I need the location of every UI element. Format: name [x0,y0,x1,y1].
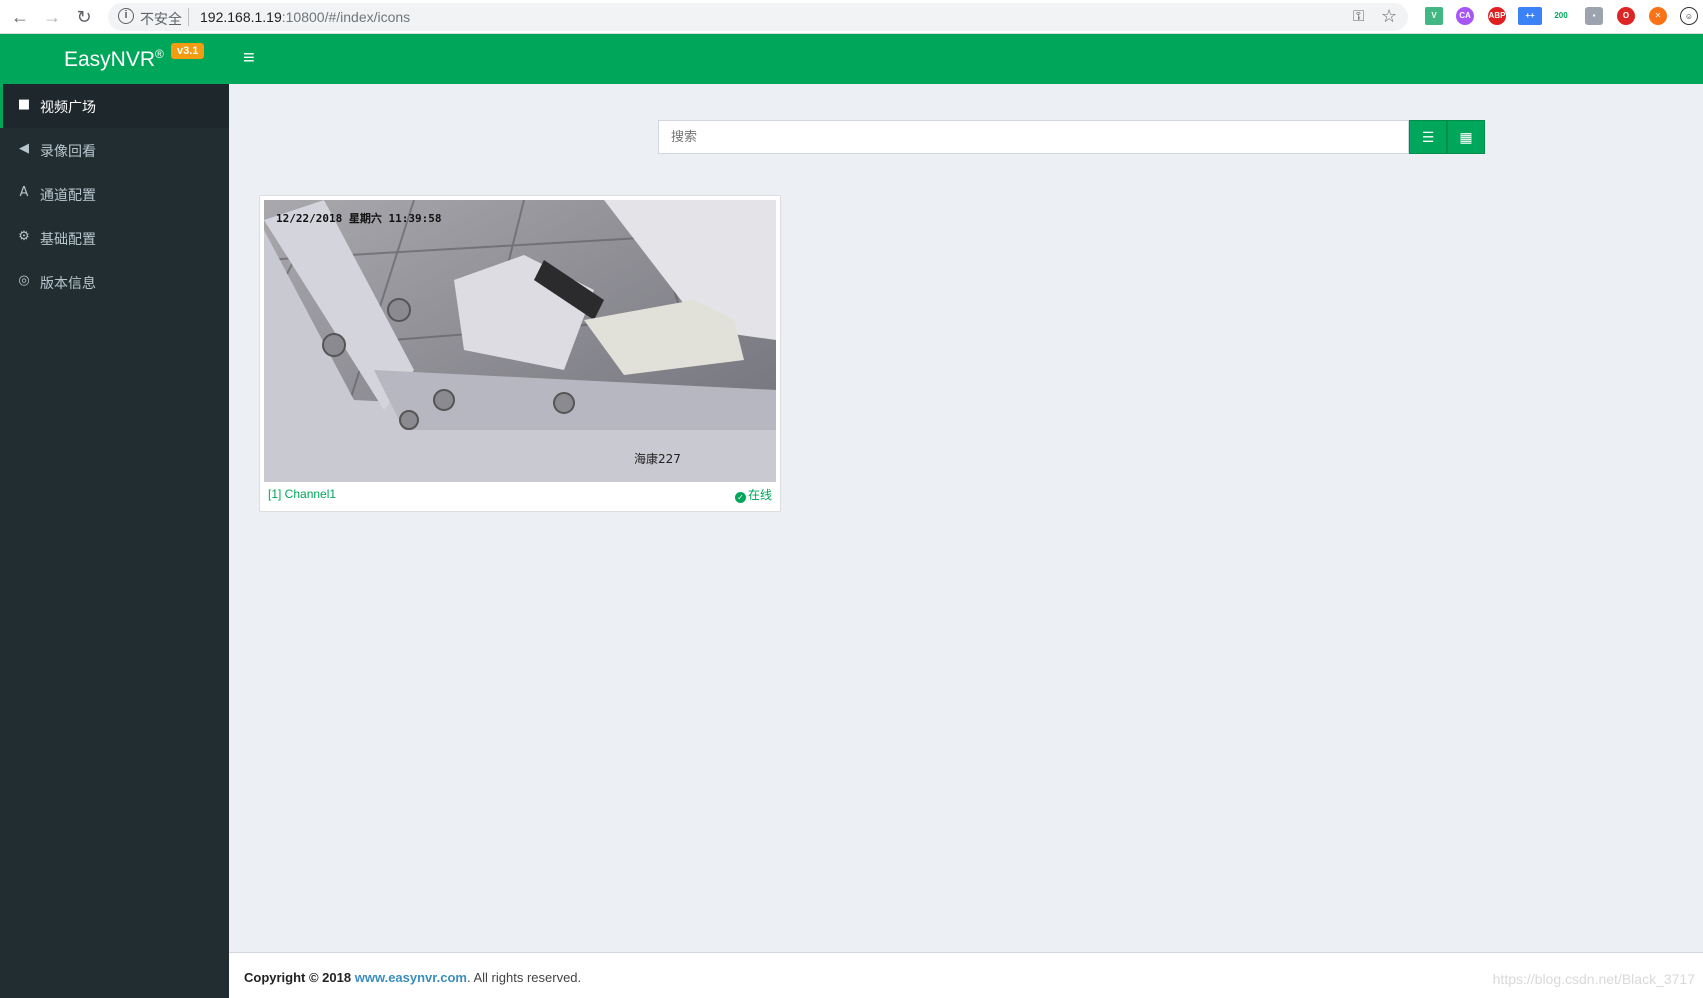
osd-timestamp: 12/22/2018 星期六 11:39:58 [276,212,442,225]
extension-close-icon[interactable]: ✕ [1649,7,1667,25]
profile-avatar-icon[interactable]: ☺ [1680,7,1698,25]
channel-card[interactable]: 12/22/2018 星期六 11:39:58 海康227 [1] Channe… [259,195,781,512]
app-logo[interactable]: EasyNVR® [64,47,164,72]
extension-grid-icon[interactable]: ++ [1518,7,1542,25]
extension-window-icon[interactable]: ▪ [1585,7,1603,25]
footer-link[interactable]: www.easynvr.com [355,970,467,985]
camera-snapshot-image [264,200,776,482]
address-bar[interactable]: i 不安全 192.168.1.19:10800/#/index/icons ⚿… [108,3,1408,31]
sidebar-item-label: 基础配置 [40,232,96,248]
app-logo-area[interactable]: EasyNVR® v3.1 [0,34,229,84]
channel-title[interactable]: [1] Channel1 [268,487,336,501]
check-circle-icon: ✓ [734,492,746,503]
opera-icon[interactable]: O [1617,7,1635,25]
sidebar-item-channel-config[interactable]: A 通道配置 [0,172,229,216]
list-view-button[interactable]: ☰ [1409,120,1447,154]
search-bar: ☰ ▦ [658,120,1485,154]
road-icon: A [19,185,29,200]
sidebar-item-video-square[interactable]: ■ 视频广场 [0,84,229,128]
grid-icon: ▦ [1459,129,1473,145]
bookmark-star-icon[interactable]: ☆ [1381,6,1397,27]
grid-view-button[interactable]: ▦ [1447,120,1485,154]
url-text: 192.168.1.19:10800/#/index/icons [200,9,411,25]
sidebar-item-version-info[interactable]: ◎ 版本信息 [0,260,229,304]
hamburger-menu-icon[interactable]: ≡ [243,46,255,70]
watermark-text: https://blog.csdn.net/Black_3717 [1492,971,1695,987]
sidebar-item-label: 视频广场 [40,100,96,116]
vue-devtools-icon[interactable]: V [1425,7,1443,25]
search-input[interactable] [658,120,1409,154]
reload-icon[interactable]: ↻ [72,5,96,29]
list-icon: ☰ [1421,129,1435,145]
channel-status: ✓ 在线 [734,486,772,503]
sidebar-item-label: 版本信息 [40,276,96,292]
version-badge: v3.1 [171,43,205,59]
sidebar-item-label: 通道配置 [40,188,96,204]
sidebar: ■ 视频广场 ◀ 录像回看 A 通道配置 ⚙ 基础配置 ◎ 版本信息 [0,84,229,998]
key-icon[interactable]: ⚿ [1353,8,1364,25]
insecure-label: 不安全 [140,12,182,28]
browser-toolbar: ← → ↻ i 不安全 192.168.1.19:10800/#/index/i… [0,0,1703,34]
osd-camera-name: 海康227 [634,452,681,466]
backward-icon: ◀ [19,141,29,156]
back-icon[interactable]: ← [8,5,32,29]
extension-ca-icon[interactable]: CA [1456,7,1474,25]
sidebar-item-playback[interactable]: ◀ 录像回看 [0,128,229,172]
forward-icon[interactable]: → [40,5,64,29]
footer: Copyright © 2018 www.easynvr.com. All ri… [229,952,1703,998]
address-divider [188,8,189,26]
channel-snapshot[interactable]: 12/22/2018 星期六 11:39:58 海康227 [264,200,776,482]
life-ring-icon: ◎ [18,273,30,288]
video-camera-icon: ■ [17,97,31,112]
adblock-icon[interactable]: ABP [1488,7,1506,25]
app-header: ≡ [229,34,1703,84]
info-icon[interactable]: i [118,8,134,24]
cogs-icon: ⚙ [18,229,30,244]
sidebar-item-label: 录像回看 [40,144,96,160]
copyright-text: Copyright © 2018 www.easynvr.com. All ri… [244,970,582,985]
sidebar-item-basic-config[interactable]: ⚙ 基础配置 [0,216,229,260]
extension-count-icon[interactable]: 200 [1550,7,1572,25]
